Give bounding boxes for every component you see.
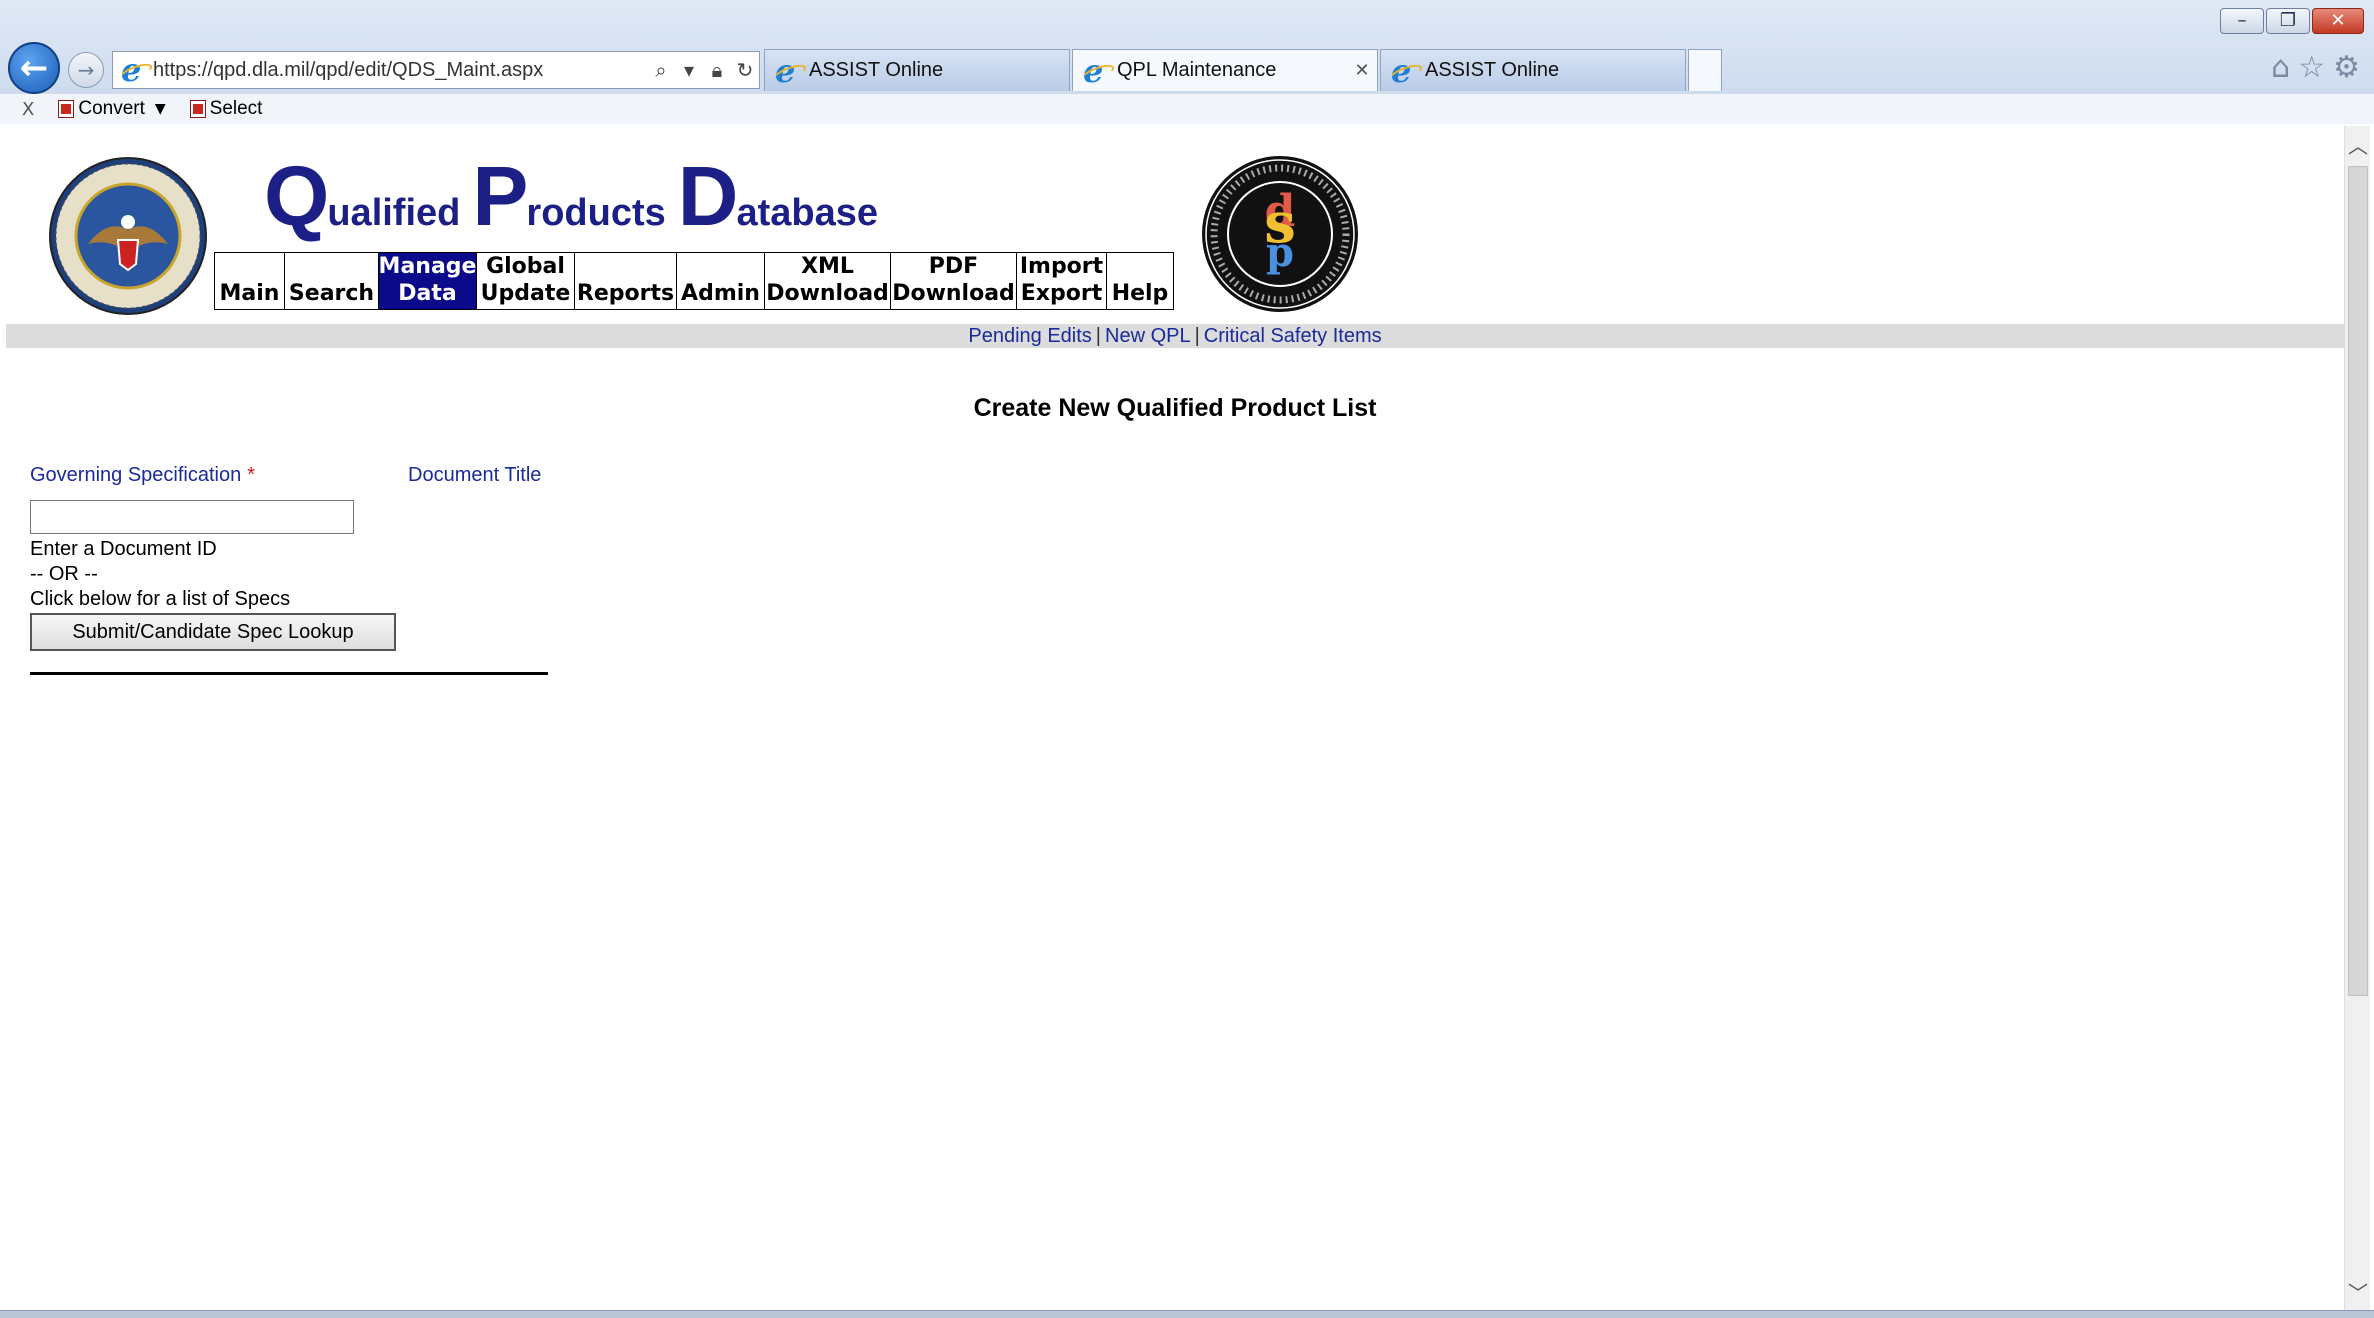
command-bar: X Convert ▼ Select <box>0 94 2374 124</box>
pending-edits-link[interactable]: Pending Edits <box>968 325 1091 347</box>
ie-page-icon <box>121 51 147 89</box>
link-separator: | <box>1095 325 1101 347</box>
forward-arrow-icon: → <box>77 58 95 82</box>
minimize-button[interactable]: – <box>2220 8 2264 34</box>
browser-tools: ⌂ ☆ ⚙ <box>2271 50 2360 85</box>
document-title-label: Document Title <box>408 464 542 486</box>
tab-label: QPL Maintenance <box>1117 59 1277 81</box>
tab-label: ASSIST Online <box>809 59 944 81</box>
new-tab-button[interactable] <box>1688 49 1722 91</box>
link-separator: | <box>1194 325 1200 347</box>
form-divider <box>30 672 548 675</box>
dod-seal-logo <box>49 157 207 315</box>
close-tab-icon[interactable]: ✕ <box>1347 60 1377 81</box>
vertical-scrollbar[interactable]: ︿ ﹀ <box>2344 126 2370 1310</box>
gear-icon[interactable]: ⚙ <box>2333 50 2360 85</box>
nav-main[interactable]: Main <box>214 252 284 310</box>
close-toolbar-icon[interactable]: X <box>22 99 34 120</box>
critical-safety-items-link[interactable]: Critical Safety Items <box>1204 325 1382 347</box>
select-button[interactable]: Select <box>189 98 263 120</box>
lock-icon[interactable]: 🔒︎ <box>703 58 731 82</box>
tab-assist-online-2[interactable]: ASSIST Online <box>1380 49 1686 91</box>
sub-nav-bar: Pending Edits | New QPL | Critical Safety It… <box>6 324 2344 348</box>
tab-assist-online-1[interactable]: ASSIST Online <box>764 49 1070 91</box>
dsp-seal-logo: d s p <box>1202 156 1358 312</box>
tab-qpl-maintenance[interactable]: QPL Maintenance ✕ <box>1072 49 1378 91</box>
nav-global-update[interactable]: Global Update <box>476 252 574 310</box>
new-qpl-link[interactable]: New QPL <box>1105 325 1191 347</box>
nav-xml-download[interactable]: XML Download <box>764 252 890 310</box>
window-controls: – ❐ ✕ <box>2220 8 2364 34</box>
governing-spec-label: Governing Specification * <box>30 464 256 486</box>
scroll-thumb[interactable] <box>2348 166 2368 996</box>
nav-search[interactable]: Search <box>284 252 378 310</box>
help-text-or: -- OR -- <box>30 563 98 585</box>
pdf-select-icon <box>189 100 206 118</box>
select-label: Select <box>209 98 263 119</box>
ie-tab-icon <box>1391 52 1417 90</box>
search-icon[interactable]: ⌕ <box>647 58 675 82</box>
page-viewport: Qualified Products Database Main Search Ma… <box>6 126 2344 1310</box>
address-bar[interactable]: https://qpd.dla.mil/qpd/edit/QDS_Maint.a… <box>112 51 760 89</box>
home-icon[interactable]: ⌂ <box>2271 50 2290 85</box>
document-id-input[interactable] <box>30 500 354 534</box>
refresh-icon[interactable]: ↻ <box>731 58 759 82</box>
restore-button[interactable]: ❐ <box>2266 8 2310 34</box>
spec-lookup-button[interactable]: Submit/Candidate Spec Lookup <box>30 613 396 651</box>
address-url[interactable]: https://qpd.dla.mil/qpd/edit/QDS_Maint.a… <box>153 59 647 82</box>
nav-reports[interactable]: Reports <box>574 252 676 310</box>
nav-admin[interactable]: Admin <box>676 252 764 310</box>
favorites-star-icon[interactable]: ☆ <box>2298 50 2325 85</box>
dropdown-caret-icon[interactable]: ▾ <box>675 58 703 82</box>
convert-button[interactable]: Convert ▼ <box>58 98 166 120</box>
help-text-click-below: Click below for a list of Specs <box>30 588 291 610</box>
scroll-up-icon[interactable]: ︿ <box>2347 130 2369 159</box>
browser-chrome: – ❐ ✕ ← → https://qpd.dla.mil/qpd/edit/Q… <box>0 0 2374 124</box>
close-window-button[interactable]: ✕ <box>2312 8 2364 34</box>
required-marker: * <box>247 464 256 486</box>
forward-button[interactable]: → <box>68 52 104 88</box>
back-arrow-icon: ← <box>19 48 49 88</box>
ie-tab-icon <box>1083 52 1109 90</box>
taskbar <box>0 1310 2374 1318</box>
ie-tab-icon <box>775 52 801 90</box>
back-button[interactable]: ← <box>8 42 60 94</box>
help-text-enter-id: Enter a Document ID <box>30 538 217 560</box>
svg-text:p: p <box>1266 229 1294 276</box>
nav-import-export[interactable]: Import Export <box>1016 252 1106 310</box>
convert-label: Convert <box>78 98 145 119</box>
tab-label: ASSIST Online <box>1425 59 1560 81</box>
qpd-logo: Qualified Products Database <box>264 149 878 243</box>
nav-help[interactable]: Help <box>1106 252 1174 310</box>
main-nav: Main Search Manage Data Global Update Repo… <box>214 252 1174 310</box>
nav-pdf-download[interactable]: PDF Download <box>890 252 1016 310</box>
tab-strip: ASSIST Online QPL Maintenance ✕ ASSIST O… <box>764 49 1724 91</box>
page-title: Create New Qualified Product List <box>973 394 1377 422</box>
scroll-down-icon[interactable]: ﹀ <box>2347 1277 2369 1306</box>
pdf-convert-icon <box>58 100 75 118</box>
chevron-down-icon[interactable]: ▼ <box>155 101 166 117</box>
nav-manage-data[interactable]: Manage Data <box>378 252 476 310</box>
